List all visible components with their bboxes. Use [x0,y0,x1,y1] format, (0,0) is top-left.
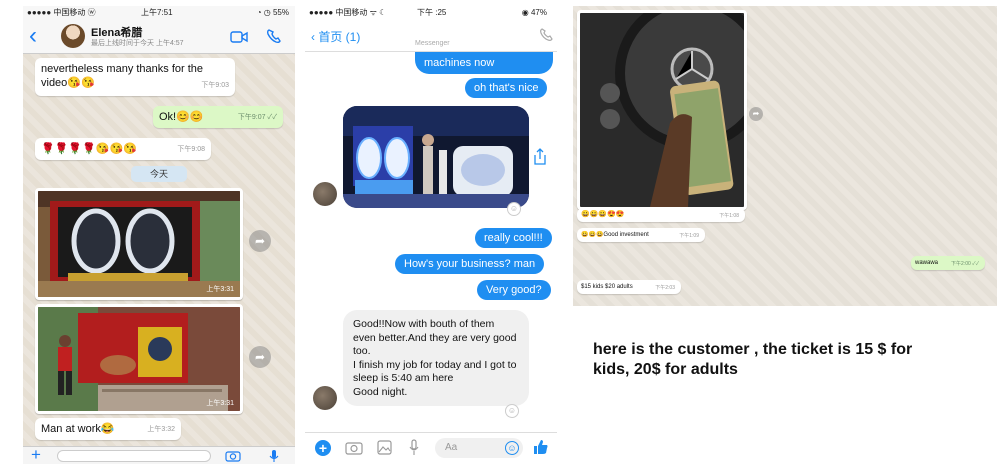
photo-message[interactable]: 上午3:31 [35,304,243,414]
avatar[interactable] [313,386,337,410]
image-icon[interactable] [377,440,392,455]
sent-message[interactable]: oh that's nice [465,78,548,98]
whatsapp-screenshot-2: ➦ 😀😀😀😍😍 下午1:08 😀😀😀Good investment 下午1:09… [573,6,997,306]
clock: 上午7:51 [141,8,173,17]
photo-message[interactable] [343,106,529,208]
chat-header: ‹ Elena希腊 最后上线时间于今天 上午4:57 [23,20,295,54]
message-input[interactable]: Aa ☺ [435,438,523,458]
message-bubble[interactable]: wawawa 下午2:00 ✓✓ [911,256,985,270]
car-money-photo [580,13,744,207]
sent-message[interactable]: How's your business? man [395,254,545,274]
message-time: 下午9:08 [177,146,205,153]
microphone-icon[interactable] [269,449,279,463]
message-bubble[interactable]: 😀😀😀😍😍 下午1:08 [577,208,745,222]
message-time: 上午3:32 [147,426,175,433]
input-placeholder: Aa [445,442,458,453]
avatar[interactable] [61,24,85,48]
message-text: 😀😀😀😍😍 [581,211,625,218]
message-text: Ok!😊😊 [159,111,204,123]
message-bubble[interactable]: 😀😀😀Good investment 下午1:09 [577,228,705,242]
worker-photo [38,307,240,411]
message-time: 上午3:31 [206,400,234,407]
message-time: 下午2:00 ✓✓ [951,261,979,267]
message-text: $15 kids $20 adults [581,284,633,290]
received-message[interactable]: Good!!Now with bouth of them even better… [343,310,529,406]
react-icon[interactable]: ☺ [507,202,521,216]
message-input[interactable] [57,450,211,462]
sent-message[interactable]: machines now [415,52,553,74]
message-time: 下午1:08 [719,213,739,219]
battery-indicator: ◔ ◷ 55% [256,8,289,17]
camera-icon[interactable] [345,440,363,455]
video-icon[interactable] [230,31,248,43]
share-icon[interactable] [533,148,547,166]
message-text: wawawa [915,260,939,266]
message-time: 下午9:07 ✓✓ [237,114,277,121]
message-time: 下午2:03 [655,285,675,291]
vr-machine-photo [38,191,240,297]
messenger-screenshot: ●●●●● 中国移动 ᯤ ☾ 下午 :25 ◉ 47% ‹ 首页 (1) Mes… [305,6,557,464]
chat-area: nevertheless many thanks for the video😘😘… [23,54,295,446]
last-seen-text: 最后上线时间于今天 上午4:57 [91,40,184,47]
date-divider: 今天 [131,166,187,182]
message-text: Man at work😂 [41,423,115,435]
message-bubble[interactable]: Man at work😂 上午3:32 [35,418,181,440]
avatar[interactable] [313,182,337,206]
whatsapp-screenshot: ●●●●● 中国移动 ⓦ 上午7:51 ◔ ◷ 55% ‹ Elena希腊 最后… [23,6,295,464]
photo-message[interactable]: 上午3:31 [35,188,243,300]
phone-icon[interactable] [266,28,282,44]
status-bar: ●●●●● 中国移动 ⓦ 上午7:51 ◔ ◷ 55% [23,6,295,20]
carrier-label: ●●●●● 中国移动 ᯤ ☾ [309,8,387,17]
composer-bar: + Aa ☺ [305,432,557,464]
emoji-icon[interactable]: ☺ [505,441,519,455]
carrier-label: ●●●●● 中国移动 ⓦ [27,8,96,17]
thumbs-up-icon[interactable] [533,439,549,455]
chat-header: ‹ 首页 (1) Messenger [305,20,557,52]
status-bar: ●●●●● 中国移动 ᯤ ☾ 下午 :25 ◉ 47% [305,6,557,20]
message-bubble[interactable]: nevertheless many thanks for the video😘😘… [35,58,235,96]
forward-icon[interactable]: ➦ [249,346,271,368]
clock: 下午 :25 [417,8,447,17]
message-text: 🌹🌹🌹🌹😘😘😘 [41,143,137,155]
message-time: 上午3:31 [206,286,234,293]
message-time: 下午9:03 [201,82,229,89]
plus-icon[interactable]: + [315,440,331,456]
message-bubble[interactable]: Ok!😊😊 下午9:07 ✓✓ [153,106,283,128]
forward-icon[interactable]: ➦ [749,107,763,121]
message-time: 下午1:09 [679,233,699,239]
vr-machines-photo [343,106,529,208]
sent-message[interactable]: really cool!!! [475,228,552,248]
back-button[interactable]: ‹ 首页 (1) [311,28,360,45]
app-title: Messenger [415,40,450,47]
microphone-icon[interactable] [409,439,419,456]
camera-icon[interactable] [225,450,241,462]
message-bubble[interactable]: 🌹🌹🌹🌹😘😘😘 下午9:08 [35,138,211,160]
back-button[interactable]: ‹ [29,24,37,48]
input-bar: + [23,446,295,464]
battery-indicator: ◉ 47% [521,8,547,17]
forward-icon[interactable]: ➦ [249,230,271,252]
message-bubble[interactable]: $15 kids $20 adults 下午2:03 [577,280,681,294]
attach-button[interactable]: + [31,446,41,464]
phone-icon[interactable] [539,28,553,42]
message-text: 😀😀😀Good investment [581,232,649,238]
react-icon[interactable]: ☺ [505,404,519,418]
caption-text: here is the customer , the ticket is 15 … [593,341,913,378]
photo-message[interactable] [577,10,747,210]
sent-message[interactable]: Very good? [477,280,551,300]
